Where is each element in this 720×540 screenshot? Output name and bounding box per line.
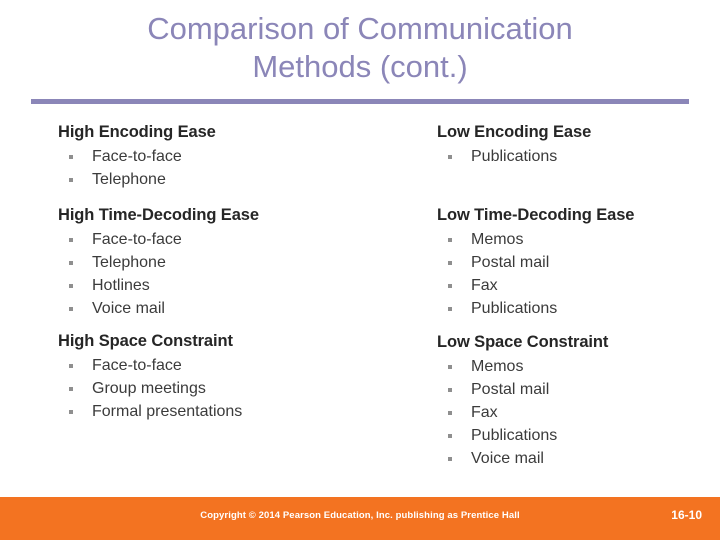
list-item-label: Voice mail bbox=[471, 450, 544, 467]
bullet-dot-icon bbox=[69, 307, 73, 311]
group-high-space-constraint: High Space Constraint Face-to-face Group… bbox=[58, 331, 408, 423]
footer-bar: Copyright © 2014 Pearson Education, Inc.… bbox=[0, 497, 720, 540]
bullet-dot-icon bbox=[448, 457, 452, 461]
group-high-encoding-ease: High Encoding Ease Face-to-face Telephon… bbox=[58, 122, 408, 191]
bullet-dot-icon bbox=[448, 365, 452, 369]
group-low-time-decoding-ease: Low Time-Decoding Ease Memos Postal mail… bbox=[437, 205, 707, 320]
bullet-dot-icon bbox=[69, 284, 73, 288]
list-item-label: Face-to-face bbox=[92, 148, 182, 165]
list-item: Hotlines bbox=[58, 274, 408, 297]
bullet-dot-icon bbox=[69, 364, 73, 368]
bullet-dot-icon bbox=[69, 410, 73, 414]
list-item-label: Publications bbox=[471, 148, 558, 165]
list-item: Telephone bbox=[58, 168, 408, 191]
right-column: Low Encoding Ease Publications Low Time-… bbox=[437, 122, 707, 470]
copyright-text: Copyright © 2014 Pearson Education, Inc.… bbox=[200, 510, 520, 521]
bullet-list: Face-to-face Telephone bbox=[58, 145, 408, 191]
list-item-label: Postal mail bbox=[471, 254, 550, 271]
bullet-dot-icon bbox=[448, 284, 452, 288]
list-item: Face-to-face bbox=[58, 228, 408, 251]
bullet-dot-icon bbox=[69, 155, 73, 159]
bullet-dot-icon bbox=[69, 387, 73, 391]
bullet-list: Face-to-face Telephone Hotlines Voice ma… bbox=[58, 228, 408, 320]
group-high-time-decoding-ease: High Time-Decoding Ease Face-to-face Tel… bbox=[58, 205, 408, 320]
group-low-encoding-ease: Low Encoding Ease Publications bbox=[437, 122, 707, 168]
list-item-label: Memos bbox=[471, 358, 524, 375]
list-item-label: Fax bbox=[471, 404, 498, 421]
bullet-dot-icon bbox=[69, 178, 73, 182]
list-item: Face-to-face bbox=[58, 145, 408, 168]
group-heading: Low Space Constraint bbox=[437, 333, 609, 351]
bullet-dot-icon bbox=[448, 155, 452, 159]
group-heading: High Time-Decoding Ease bbox=[58, 206, 259, 224]
list-item-label: Formal presentations bbox=[92, 403, 243, 420]
list-item-label: Telephone bbox=[92, 171, 166, 188]
slide-canvas: Comparison of Communication Methods (con… bbox=[0, 0, 720, 540]
list-item: Face-to-face bbox=[58, 354, 408, 377]
group-heading: Low Time-Decoding Ease bbox=[437, 206, 635, 224]
list-item-label: Face-to-face bbox=[92, 231, 182, 248]
bullet-dot-icon bbox=[448, 307, 452, 311]
list-item: Publications bbox=[437, 145, 707, 168]
bullet-dot-icon bbox=[69, 238, 73, 242]
bullet-dot-icon bbox=[448, 434, 452, 438]
title-divider-rule bbox=[31, 99, 689, 104]
bullet-dot-icon bbox=[69, 261, 73, 265]
list-item: Group meetings bbox=[58, 377, 408, 400]
list-item: Fax bbox=[437, 274, 707, 297]
group-low-space-constraint: Low Space Constraint Memos Postal mail F… bbox=[437, 332, 707, 470]
list-item: Memos bbox=[437, 355, 707, 378]
left-column: High Encoding Ease Face-to-face Telephon… bbox=[58, 122, 408, 423]
list-item-label: Publications bbox=[471, 300, 558, 317]
list-item: Publications bbox=[437, 424, 707, 447]
title-block: Comparison of Communication Methods (con… bbox=[30, 10, 690, 86]
list-item-label: Group meetings bbox=[92, 380, 206, 397]
list-item-label: Voice mail bbox=[92, 300, 165, 317]
page-title: Comparison of Communication Methods (con… bbox=[147, 11, 573, 84]
bullet-list: Face-to-face Group meetings Formal prese… bbox=[58, 354, 408, 423]
list-item-label: Telephone bbox=[92, 254, 166, 271]
group-heading: High Space Constraint bbox=[58, 332, 233, 350]
bullet-dot-icon bbox=[448, 261, 452, 265]
bullet-list: Memos Postal mail Fax Publications bbox=[437, 228, 707, 320]
list-item-label: Publications bbox=[471, 427, 558, 444]
list-item: Voice mail bbox=[437, 447, 707, 470]
list-item: Telephone bbox=[58, 251, 408, 274]
content-area: High Encoding Ease Face-to-face Telephon… bbox=[0, 122, 720, 492]
list-item-label: Face-to-face bbox=[92, 357, 182, 374]
group-heading: High Encoding Ease bbox=[58, 123, 216, 141]
bullet-list: Publications bbox=[437, 145, 707, 168]
list-item: Postal mail bbox=[437, 251, 707, 274]
list-item: Memos bbox=[437, 228, 707, 251]
list-item-label: Fax bbox=[471, 277, 498, 294]
list-item-label: Hotlines bbox=[92, 277, 150, 294]
list-item-label: Postal mail bbox=[471, 381, 550, 398]
group-heading: Low Encoding Ease bbox=[437, 123, 592, 141]
list-item-label: Memos bbox=[471, 231, 524, 248]
list-item: Publications bbox=[437, 297, 707, 320]
list-item: Postal mail bbox=[437, 378, 707, 401]
list-item: Formal presentations bbox=[58, 400, 408, 423]
bullet-dot-icon bbox=[448, 411, 452, 415]
list-item: Fax bbox=[437, 401, 707, 424]
bullet-list: Memos Postal mail Fax Publications Voice… bbox=[437, 355, 707, 470]
slide-number: 16-10 bbox=[671, 508, 702, 522]
bullet-dot-icon bbox=[448, 388, 452, 392]
bullet-dot-icon bbox=[448, 238, 452, 242]
list-item: Voice mail bbox=[58, 297, 408, 320]
